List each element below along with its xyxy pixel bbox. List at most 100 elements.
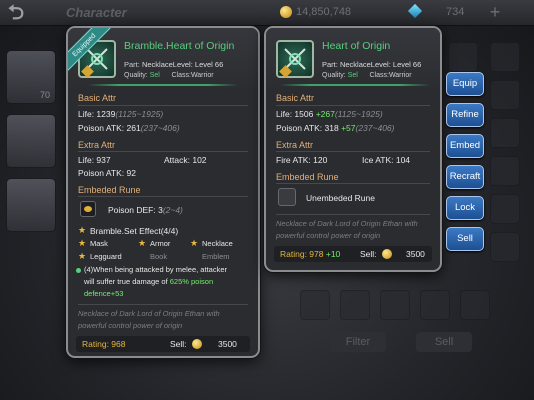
extra-attr-title: Extra Attr (78, 140, 116, 150)
divider (78, 304, 248, 305)
inventory-slot (300, 290, 330, 320)
part-value: Necklace (141, 60, 173, 69)
item-description: Necklace of Dark Lord of Origin Ethan wi… (78, 309, 220, 330)
bg-sell-button[interactable]: Sell (416, 332, 472, 352)
extra-ice-stat: Ice ATK: 104 (362, 155, 411, 165)
sell-price: 3500 (218, 339, 237, 349)
quality-value: Sel (347, 72, 358, 79)
inventory-slot (340, 290, 370, 320)
embeded-rune-title: Embeded Rune (276, 172, 339, 182)
equip-button[interactable]: Equip (446, 72, 484, 96)
set-item-missing: Book (150, 252, 168, 261)
compare-item-panel: Heart of Origin Part: NecklaceLevel: Lev… (264, 26, 442, 272)
inventory-slot (490, 118, 520, 148)
part-label: Part: (322, 60, 338, 69)
sell-label: Sell: (360, 249, 377, 259)
set-effect-title: Bramble.Set Effect(4/4) (90, 226, 179, 236)
gold-coin-icon (280, 6, 292, 18)
back-button[interactable]: ⮌ (8, 3, 50, 23)
divider (78, 196, 248, 197)
divider (88, 84, 238, 86)
item-description: Necklace of Dark Lord of Origin Ethan wi… (276, 219, 418, 240)
class-label: Class: (369, 72, 389, 79)
basic-attr-title: Basic Attr (78, 93, 117, 103)
item-name: Bramble.Heart of Origin (124, 40, 235, 52)
set-item: Necklace (202, 239, 233, 248)
bullet-icon (76, 268, 81, 273)
item-quality-class: Quality: Sel Class:Warrior (322, 72, 412, 79)
set-star-icon: ★ (190, 238, 199, 248)
quality-value: Sel (149, 72, 160, 79)
level-value: Level 66 (392, 60, 422, 69)
gem-amount: 734 (446, 6, 465, 18)
life-stat: Life: 1506 +267(1125~1925) (276, 109, 383, 119)
gold-coin-icon (192, 339, 202, 349)
level-label: Level: (172, 60, 193, 69)
embeded-rune-title: Embeded Rune (78, 185, 141, 195)
divider (78, 105, 248, 106)
lock-button[interactable]: Lock (446, 196, 484, 220)
extra-poison-stat: Poison ATK: 92 (78, 168, 136, 178)
item-name: Heart of Origin (322, 40, 391, 52)
item-part-level: Part: NecklaceLevel: Level 66 (322, 60, 421, 69)
rating-sell-bar: Rating: 968 Sell: 3500 (76, 336, 250, 352)
level-value: Level 66 (194, 60, 224, 69)
extra-attack-stat: Attack: 102 (164, 155, 207, 165)
inventory-slot (490, 42, 520, 72)
inventory-slot (448, 42, 478, 72)
divider (276, 151, 430, 152)
divider (276, 183, 430, 184)
divider (276, 105, 430, 106)
page-title: Character (66, 5, 127, 20)
set-effect-line: will suffer true damage of 625% poison (84, 277, 214, 286)
basic-attr-title: Basic Attr (276, 93, 315, 103)
set-star-icon: ★ (138, 238, 147, 248)
life-stat: Life: 1239(1125~1925) (78, 109, 164, 119)
set-item: Mask (90, 239, 108, 248)
rating-sell-bar: Rating: 978 +10 Sell: 3500 (274, 246, 432, 262)
poison-stat: Poison ATK: 261(237~406) (78, 123, 180, 133)
extra-fire-stat: Fire ATK: 120 (276, 155, 328, 165)
part-label: Part: (124, 60, 140, 69)
part-value: Necklace (339, 60, 371, 69)
item-icon (276, 40, 314, 78)
sell-label: Sell: (170, 339, 187, 349)
rune-icon (84, 206, 92, 212)
sell-button[interactable]: Sell (446, 227, 484, 251)
embed-button[interactable]: Embed (446, 134, 484, 158)
set-item: Armor (150, 239, 171, 248)
divider (276, 214, 430, 215)
hero-card[interactable] (6, 178, 56, 232)
gem-icon (407, 3, 423, 19)
set-star-icon: ★ (78, 238, 87, 248)
inventory-slot (380, 290, 410, 320)
hero-level: 70 (40, 90, 51, 100)
inventory-slot (460, 290, 490, 320)
set-item: Legguard (90, 252, 122, 261)
filter-button[interactable]: Filter (330, 332, 386, 352)
empty-rune-slot[interactable] (278, 188, 296, 206)
rune-slot[interactable] (80, 201, 96, 217)
set-effect-line: (4)When being attacked by melee, attacke… (84, 265, 227, 274)
class-label: Class: (171, 72, 191, 79)
set-item-missing: Emblem (202, 252, 230, 261)
inventory-slot (490, 232, 520, 262)
gold-coin-icon (382, 249, 392, 259)
rating: Rating: 968 (82, 339, 126, 349)
hero-card[interactable] (6, 114, 56, 168)
top-bar: ⮌ Character 14,850,748 734 + (0, 0, 534, 26)
rune-empty-text: Unembeded Rune (306, 193, 375, 203)
inventory-slot (490, 194, 520, 224)
equipped-item-panel: Equipped Bramble.Heart of Origin Part: N… (66, 26, 260, 358)
rating: Rating: 978 +10 (280, 249, 341, 259)
quality-label: Quality: (124, 72, 148, 79)
item-quality-class: Quality: Sel Class:Warrior (124, 72, 214, 79)
class-value: Warrior (190, 72, 214, 79)
inventory-slot (490, 156, 520, 186)
inventory-slot (490, 80, 520, 110)
set-effect-line: defence+53 (84, 289, 124, 298)
refine-button[interactable]: Refine (446, 103, 484, 127)
recraft-button[interactable]: Recraft (446, 165, 484, 189)
divider (280, 84, 430, 86)
add-currency-button[interactable]: + (486, 3, 504, 21)
